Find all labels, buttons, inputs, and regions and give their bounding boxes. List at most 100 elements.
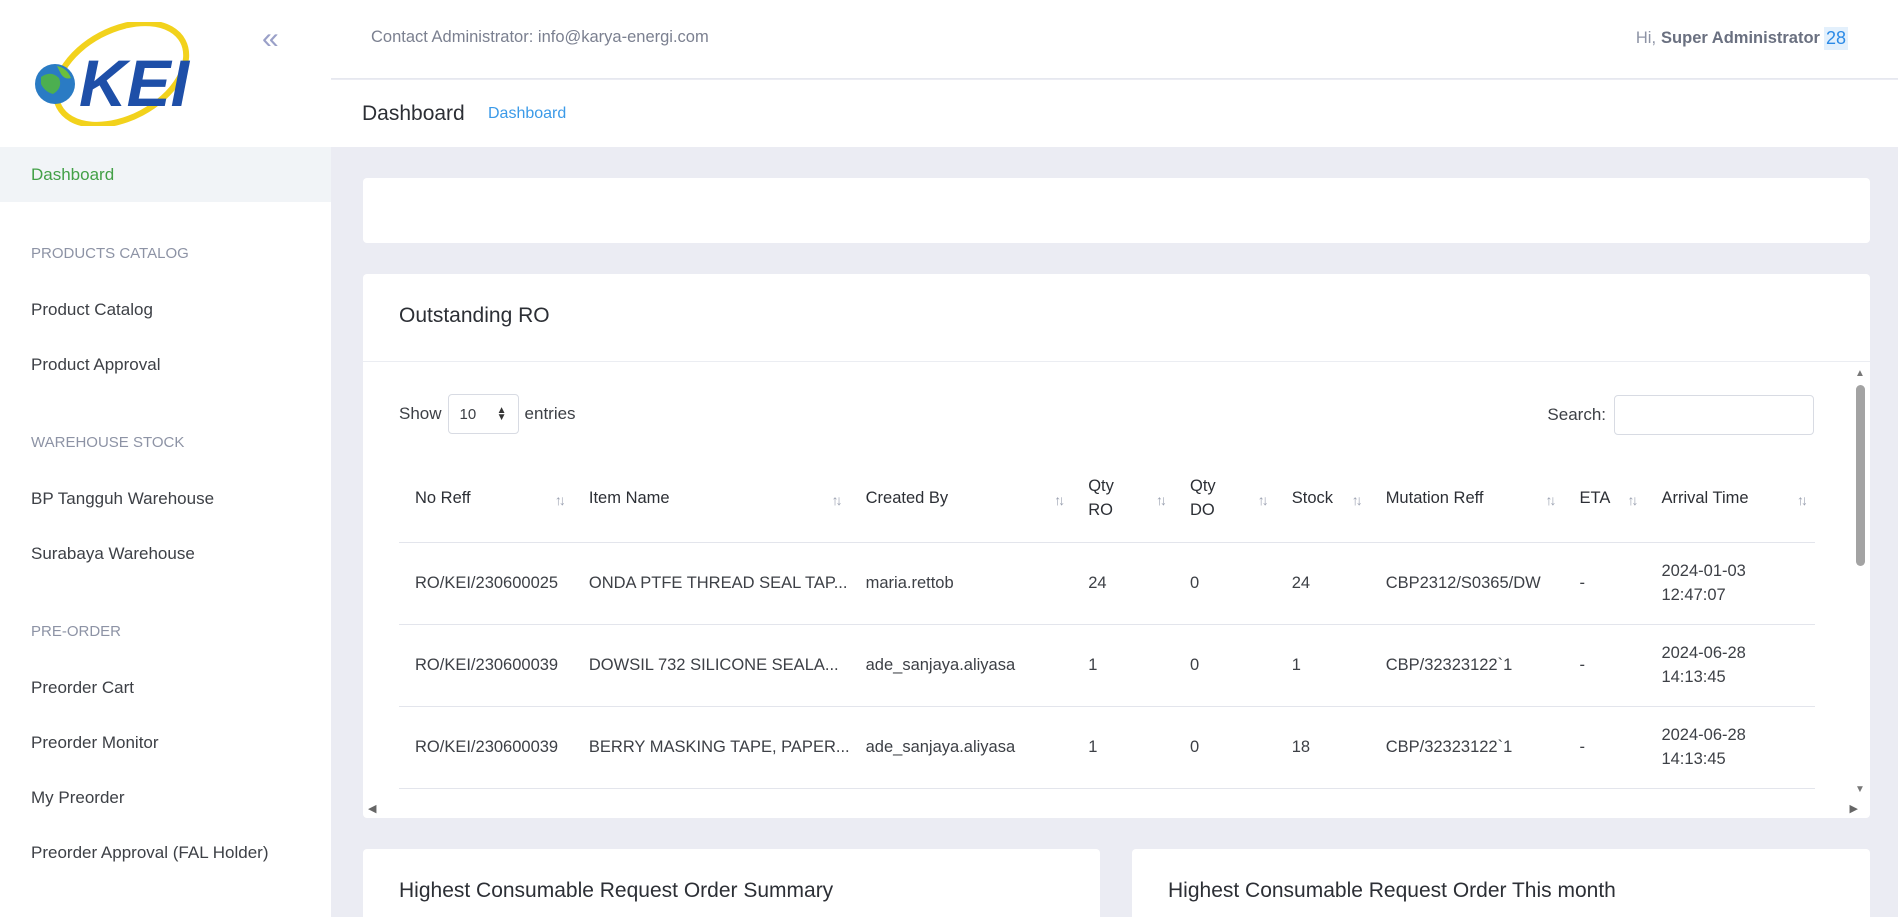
header-label: Created By	[865, 488, 949, 507]
table-row: RO/KEI/230600039 BERRY MASKING TAPE, PAP…	[399, 706, 1815, 789]
scroll-down-icon[interactable]: ▼	[1855, 784, 1865, 795]
sidebar-item-label: Product Catalog	[31, 299, 153, 319]
sort-icon: ↑↓	[1351, 492, 1363, 508]
select-arrows-icon: ▲ ▼	[496, 405, 507, 423]
sidebar-item-label: Preorder Cart	[31, 677, 134, 697]
breadcrumb[interactable]: Dashboard	[488, 105, 566, 123]
sidebar-item-label: My Preorder	[31, 787, 125, 807]
vertical-scrollbar[interactable]: ▲ ▼	[1854, 368, 1866, 795]
outstanding-ro-table: No Reff ↑↓ Item Name ↑↓ Created By ↑↓ Qty RO…	[399, 454, 1815, 789]
collapse-sidebar-icon[interactable]: «	[262, 24, 292, 54]
greeting-text: Hi,	[1635, 29, 1657, 47]
cell-item-name: ONDA PTFE THREAD SEAL TAP...	[572, 542, 850, 625]
contact-admin-text: Contact Administrator: info@karya-energi…	[371, 28, 709, 46]
header-label: ETA	[1579, 488, 1611, 507]
scroll-up-icon[interactable]: ▲	[1855, 368, 1865, 379]
header-label: Qty	[1088, 476, 1114, 495]
search-label: Search:	[1547, 405, 1606, 424]
entries-select[interactable]: 10 ▲ ▼	[447, 394, 519, 434]
section-products-catalog: PRODUCTS CATALOG	[31, 244, 189, 262]
user-menu[interactable]: Hi, Super Administrator 28	[1636, 27, 1848, 50]
table-row: RO/KEI/230600025 ONDA PTFE THREAD SEAL T…	[399, 542, 1815, 625]
cell-qty-do: 0	[1173, 542, 1276, 625]
card-title: Highest Consumable Request Order Summary	[399, 879, 834, 902]
cell-item-name: DOWSIL 732 SILICONE SEALA...	[572, 624, 850, 707]
cell-qty-do: 0	[1173, 624, 1276, 707]
cell-stock: 24	[1275, 542, 1370, 625]
cell-created-by: ade_sanjaya.aliyasa	[849, 706, 1073, 789]
cell-no-reff: RO/KEI/230600025	[399, 542, 573, 625]
cell-eta: -	[1563, 706, 1646, 789]
sidebar-item-preorder-cart[interactable]: Preorder Cart	[0, 660, 331, 715]
section-pre-order: PRE-ORDER	[31, 622, 122, 640]
sort-icon: ↑↓	[554, 492, 566, 508]
column-header-mutation-reff[interactable]: Mutation Reff ↑↓	[1369, 454, 1564, 543]
table-search: Search:	[1547, 395, 1814, 435]
sidebar-item-preorder-approval[interactable]: Preorder Approval (FAL Holder)	[0, 825, 331, 880]
page-title: Dashboard	[362, 102, 465, 125]
sort-icon: ↑↓	[1545, 492, 1557, 508]
sidebar-item-product-catalog[interactable]: Product Catalog	[0, 282, 331, 337]
scroll-left-icon[interactable]: ◀	[368, 802, 376, 815]
header-label-2: DO	[1189, 500, 1215, 519]
sort-icon: ↑↓	[831, 492, 843, 508]
cell-stock: 18	[1275, 706, 1370, 789]
cell-item-name: BERRY MASKING TAPE, PAPER...	[572, 706, 850, 789]
cell-mutation-reff: CBP/32323122`1	[1369, 624, 1564, 707]
column-header-item-name[interactable]: Item Name ↑↓	[572, 454, 850, 543]
sidebar-item-preorder-monitor[interactable]: Preorder Monitor	[0, 715, 331, 770]
arrival-clock: 12:47:07	[1661, 586, 1726, 604]
sidebar-item-label: BP Tangguh Warehouse	[31, 488, 215, 508]
search-input[interactable]	[1614, 395, 1814, 435]
kei-logo[interactable]: KEI	[33, 22, 203, 126]
sidebar-item-label: Preorder Approval (FAL Holder)	[31, 842, 269, 862]
sidebar-item-label: Product Approval	[31, 354, 161, 374]
card-title: Highest Consumable Request Order This mo…	[1168, 879, 1616, 902]
svg-text:KEI: KEI	[79, 46, 191, 120]
column-header-qty-ro[interactable]: Qty RO ↑↓	[1072, 454, 1174, 543]
highest-consumable-month-card: Highest Consumable Request Order This mo…	[1132, 849, 1870, 917]
table-header-row: No Reff ↑↓ Item Name ↑↓ Created By ↑↓ Qty RO…	[399, 454, 1815, 543]
column-header-qty-do[interactable]: Qty DO ↑↓	[1173, 454, 1276, 543]
column-header-arrival-time[interactable]: Arrival Time ↑↓	[1645, 454, 1815, 543]
arrival-clock: 14:13:45	[1661, 750, 1726, 768]
sort-icon: ↑↓	[1054, 492, 1065, 508]
column-header-eta[interactable]: ETA ↑↓	[1563, 454, 1646, 543]
sidebar: KEI « Dashboard PRODUCTS CATALOG Product…	[0, 0, 331, 917]
column-header-no-reff[interactable]: No Reff ↑↓	[399, 454, 573, 543]
scroll-right-icon[interactable]: ▶	[1850, 802, 1858, 815]
header-label: Item Name	[588, 488, 670, 507]
header-label-2: RO	[1088, 500, 1113, 519]
sidebar-item-dashboard[interactable]: Dashboard	[0, 147, 331, 202]
sidebar-item-bp-tangguh-warehouse[interactable]: BP Tangguh Warehouse	[0, 471, 331, 526]
table-row: RO/KEI/230600039 DOWSIL 732 SILICONE SEA…	[399, 624, 1815, 707]
sidebar-item-my-preorder[interactable]: My Preorder	[0, 770, 331, 825]
sidebar-item-product-approval[interactable]: Product Approval	[0, 337, 331, 392]
cell-qty-ro: 1	[1072, 624, 1174, 707]
sort-icon: ↑↓	[1155, 492, 1167, 508]
cell-no-reff: RO/KEI/230600039	[399, 706, 573, 789]
cell-created-by: maria.rettob	[849, 542, 1073, 625]
header-label: Arrival Time	[1661, 488, 1749, 507]
sidebar-item-surabaya-warehouse[interactable]: Surabaya Warehouse	[0, 526, 331, 581]
arrival-clock: 14:13:45	[1661, 668, 1726, 686]
divider	[363, 361, 1870, 362]
arrival-date: 2024-06-28	[1661, 726, 1746, 744]
entries-length-control: Show 10 ▲ ▼ entries	[399, 394, 576, 434]
sidebar-item-label: Dashboard	[31, 164, 115, 184]
column-header-created-by[interactable]: Created By ↑↓	[849, 454, 1073, 543]
notification-badge[interactable]: 28	[1823, 27, 1848, 50]
card-title: Outstanding RO	[399, 304, 550, 327]
column-header-stock[interactable]: Stock ↑↓	[1275, 454, 1370, 543]
horizontal-scrollbar[interactable]: ◀ ▶	[368, 800, 1858, 816]
sort-icon: ↑↓	[1797, 492, 1808, 508]
cell-mutation-reff: CBP/32323122`1	[1369, 706, 1564, 789]
cell-created-by: ade_sanjaya.aliyasa	[849, 624, 1073, 707]
cell-qty-do: 0	[1173, 706, 1276, 789]
topbar: Contact Administrator: info@karya-energi…	[331, 0, 1898, 79]
subheader: Dashboard Dashboard	[331, 80, 1898, 147]
user-name: Super Administrator	[1661, 29, 1820, 47]
cell-no-reff: RO/KEI/230600039	[399, 624, 573, 707]
highest-consumable-summary-card: Highest Consumable Request Order Summary	[363, 849, 1100, 917]
scroll-thumb[interactable]	[1856, 385, 1865, 566]
